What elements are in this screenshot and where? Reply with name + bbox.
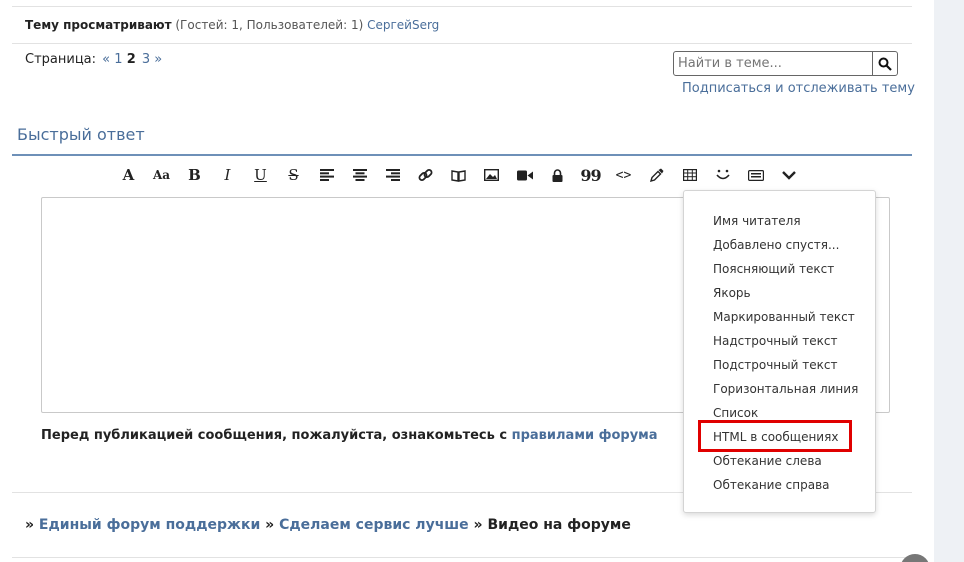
link-icon [418,168,433,181]
dropdown-item-added-after[interactable]: Добавлено спустя... [684,233,875,257]
topic-search [673,51,898,76]
pagination-page-3[interactable]: 3 [142,52,150,67]
breadcrumb-sep: » [473,517,483,533]
editor-toolbar: A Aa B I U S 99 <> [112,163,805,187]
book-icon [451,169,466,182]
dropdown-item-marked-text[interactable]: Маркированный текст [684,305,875,329]
breadcrumb-item-support-forum[interactable]: Единый форум поддержки [39,517,260,533]
table-button[interactable] [673,163,706,187]
pagination-page-current: 2 [126,52,136,67]
page-right-gutter [934,0,964,562]
pagination-label: Страница: [25,52,97,67]
book-button[interactable] [442,163,475,187]
rules-notice-text: Перед публикацией сообщения, пожалуйста,… [41,428,508,443]
dropdown-item-float-left[interactable]: Обтекание слева [684,449,875,473]
strikethrough-button[interactable]: S [277,163,310,187]
smiley-icon [715,169,730,180]
breadcrumb-sep: » [265,517,275,533]
pagination: Страница: « 1 2 3 » [25,52,162,67]
keyboard-icon [747,169,764,181]
more-tags-dropdown: Имя читателя Добавлено спустя... Поясняю… [683,190,876,513]
align-left-icon [319,169,334,181]
code-button[interactable]: <> [607,163,640,187]
table-icon [682,169,697,181]
smilies-button[interactable] [706,163,739,187]
divider-viewing [12,43,912,44]
video-button[interactable] [508,163,541,187]
font-button[interactable]: A [112,163,145,187]
quote-icon: 99 [580,165,601,185]
spoiler-button[interactable] [541,163,574,187]
keyboard-button[interactable] [739,163,772,187]
dropdown-item-horizontal-line[interactable]: Горизонтальная линия [684,377,875,401]
breadcrumb-sep: » [25,517,35,533]
rules-notice: Перед публикацией сообщения, пожалуйста,… [41,428,658,443]
topic-search-input[interactable] [674,52,872,75]
dropdown-item-reader-name[interactable]: Имя читателя [684,209,875,233]
pagination-next[interactable]: » [154,52,162,67]
italic-icon: I [224,166,231,184]
viewing-info: Тему просматривают (Гостей: 1, Пользоват… [25,18,439,32]
divider-top [12,6,912,7]
viewing-user-link[interactable]: СергейSerg [367,18,439,32]
pagination-page-1[interactable]: 1 [114,52,122,67]
dropdown-item-float-right[interactable]: Обтекание справа [684,473,875,497]
viewing-label: Тему просматривают [25,18,172,32]
strikethrough-icon: S [288,166,299,184]
italic-button[interactable]: I [211,163,244,187]
breadcrumb: » Единый форум поддержки » Сделаем серви… [25,517,631,533]
image-button[interactable] [475,163,508,187]
viewing-counts: (Гостей: 1, Пользователей: 1) [175,18,364,32]
quick-reply-underline [12,154,912,156]
font-icon: A [122,166,135,184]
align-center-icon [352,169,367,181]
bold-icon: B [188,166,201,184]
divider-footer [12,557,912,558]
chevron-down-icon [781,171,796,180]
align-right-button[interactable] [376,163,409,187]
breadcrumb-item-improve-service[interactable]: Сделаем сервис лучше [279,517,469,533]
align-right-icon [385,169,400,181]
align-left-button[interactable] [310,163,343,187]
html-item-highlight [698,420,852,452]
eyedropper-icon [649,168,663,182]
video-icon [516,170,533,180]
pagination-prev[interactable]: « [102,52,110,67]
dropdown-item-superscript[interactable]: Надстрочный текст [684,329,875,353]
subscribe-link[interactable]: Подписаться и отслеживать тему [682,81,915,96]
lock-icon [552,168,563,182]
dropdown-item-subscript[interactable]: Подстрочный текст [684,353,875,377]
search-icon [878,57,892,71]
link-button[interactable] [409,163,442,187]
font-size-icon: Aa [152,168,171,182]
bold-button[interactable]: B [178,163,211,187]
scroll-top-button[interactable] [900,554,930,562]
search-button[interactable] [872,52,897,75]
quick-reply-title: Быстрый ответ [17,125,145,144]
breadcrumb-current: Видео на форуме [487,517,631,533]
code-icon: <> [615,167,632,183]
dropdown-item-explanatory-text[interactable]: Поясняющий текст [684,257,875,281]
underline-icon: U [254,166,267,184]
align-center-button[interactable] [343,163,376,187]
quote-button[interactable]: 99 [574,163,607,187]
color-button[interactable] [640,163,673,187]
font-size-button[interactable]: Aa [145,163,178,187]
more-button[interactable] [772,163,805,187]
forum-rules-link[interactable]: правилами форума [512,428,658,443]
underline-button[interactable]: U [244,163,277,187]
image-icon [484,169,499,181]
dropdown-item-anchor[interactable]: Якорь [684,281,875,305]
